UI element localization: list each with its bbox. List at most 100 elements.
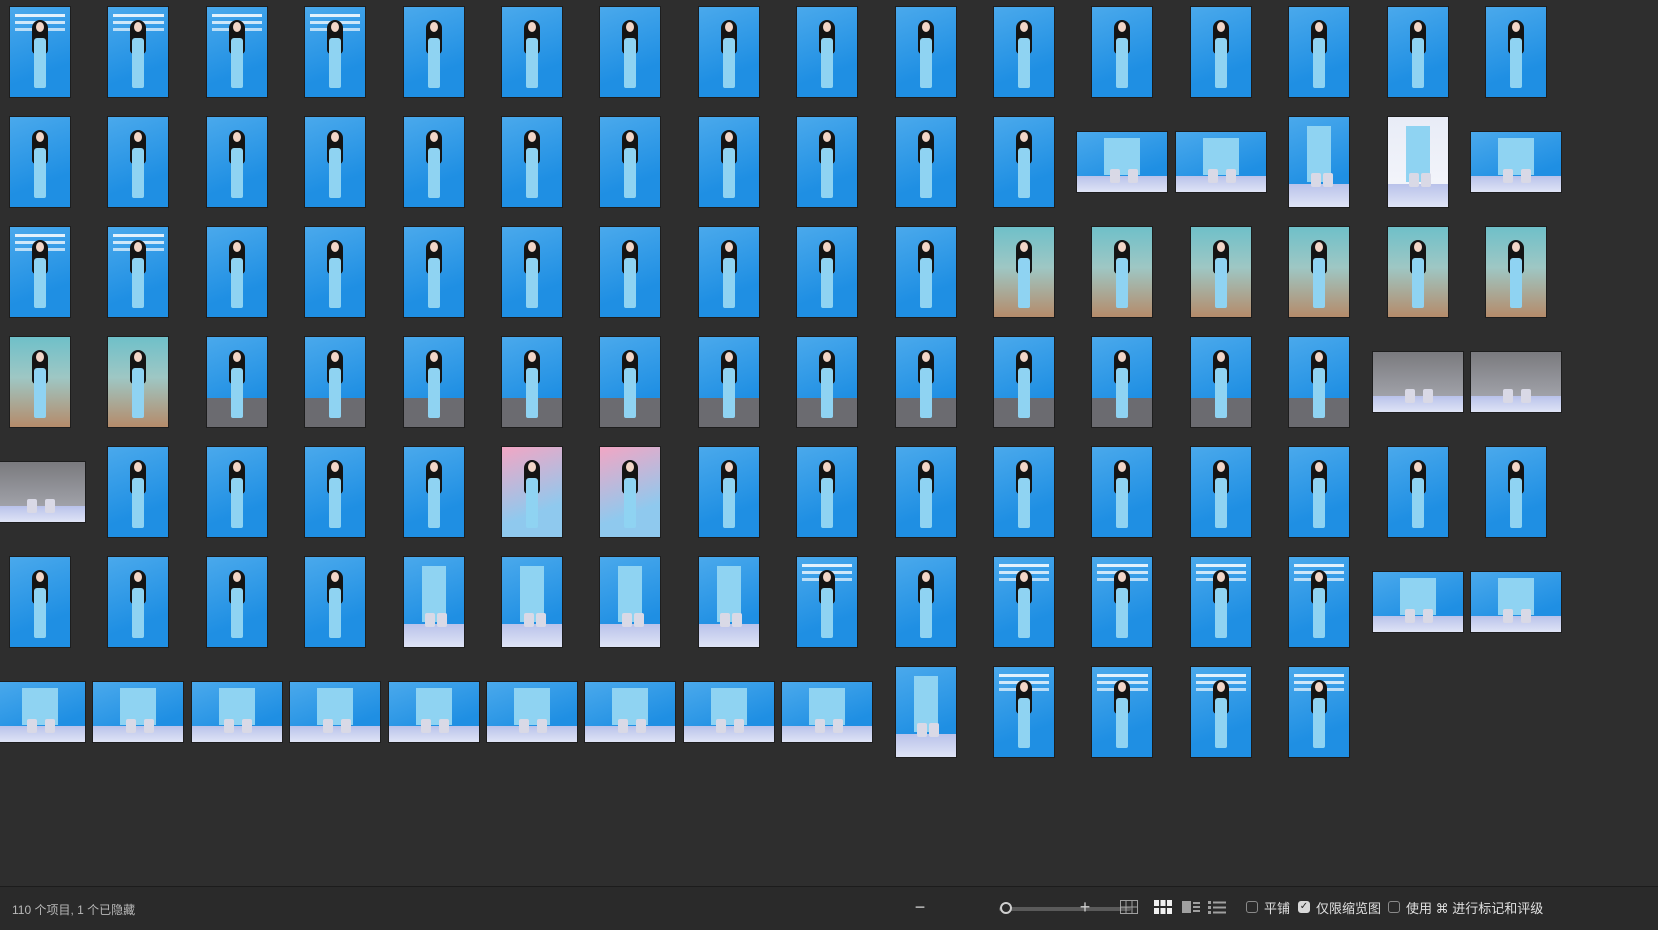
photo-thumbnail[interactable] — [797, 447, 858, 537]
thumbnail-view-button[interactable] — [1151, 896, 1175, 918]
photo-thumbnail[interactable] — [0, 462, 85, 522]
photo-thumbnail[interactable] — [782, 682, 873, 742]
photo-thumbnail[interactable] — [600, 117, 661, 207]
photo-thumbnail[interactable] — [1387, 117, 1448, 207]
photo-thumbnail[interactable] — [895, 557, 956, 647]
photo-thumbnail[interactable] — [10, 7, 70, 97]
photo-thumbnail[interactable] — [1289, 7, 1350, 97]
photo-thumbnail[interactable] — [305, 227, 366, 317]
photo-thumbnail[interactable] — [1387, 447, 1448, 537]
thumbnails-only-option[interactable]: ✓ 仅限缩览图 — [1298, 896, 1381, 918]
photo-thumbnail[interactable] — [1289, 337, 1350, 427]
photo-thumbnail[interactable] — [93, 682, 184, 742]
photo-thumbnail[interactable] — [1486, 7, 1546, 97]
photo-thumbnail[interactable] — [698, 557, 759, 647]
photo-thumbnail[interactable] — [305, 7, 366, 97]
photo-thumbnail[interactable] — [502, 117, 562, 207]
zoom-out-button[interactable]: − — [910, 896, 930, 918]
photo-thumbnail[interactable] — [1190, 227, 1251, 317]
photo-thumbnail[interactable] — [1289, 227, 1350, 317]
photo-thumbnail[interactable] — [403, 557, 464, 647]
photo-thumbnail[interactable] — [1092, 667, 1153, 757]
photo-thumbnail[interactable] — [994, 7, 1054, 97]
photo-thumbnail[interactable] — [206, 557, 267, 647]
photo-thumbnail[interactable] — [1190, 337, 1251, 427]
photo-thumbnail[interactable] — [895, 117, 956, 207]
photo-thumbnail[interactable] — [1471, 352, 1561, 412]
photo-thumbnail[interactable] — [994, 447, 1054, 537]
photo-thumbnail[interactable] — [502, 227, 562, 317]
photo-thumbnail[interactable] — [206, 117, 267, 207]
photo-thumbnail[interactable] — [305, 117, 366, 207]
photo-thumbnail[interactable] — [1092, 447, 1153, 537]
photo-thumbnail[interactable] — [1471, 572, 1561, 632]
photo-thumbnail[interactable] — [290, 682, 381, 742]
photo-thumbnail[interactable] — [10, 227, 70, 317]
photo-thumbnail[interactable] — [1372, 352, 1463, 412]
photo-thumbnail[interactable] — [10, 337, 70, 427]
photo-thumbnail[interactable] — [206, 227, 267, 317]
photo-thumbnail[interactable] — [797, 557, 858, 647]
photo-thumbnail[interactable] — [1486, 447, 1546, 537]
photo-thumbnail[interactable] — [108, 447, 169, 537]
photo-thumbnail[interactable] — [191, 682, 282, 742]
photo-thumbnail[interactable] — [1175, 132, 1266, 192]
photo-thumbnail[interactable] — [994, 227, 1054, 317]
photo-thumbnail[interactable] — [305, 557, 366, 647]
zoom-slider-handle[interactable] — [999, 902, 1012, 914]
photo-thumbnail[interactable] — [1387, 227, 1448, 317]
photo-thumbnail[interactable] — [797, 337, 858, 427]
photo-thumbnail[interactable] — [206, 7, 267, 97]
photo-thumbnail[interactable] — [994, 557, 1054, 647]
photo-thumbnail[interactable] — [1092, 557, 1153, 647]
photo-thumbnail[interactable] — [403, 117, 464, 207]
photo-thumbnail[interactable] — [994, 667, 1054, 757]
photo-thumbnail[interactable] — [698, 227, 759, 317]
photo-thumbnail[interactable] — [1289, 667, 1350, 757]
photo-thumbnail[interactable] — [502, 447, 562, 537]
photo-thumbnail[interactable] — [0, 682, 85, 742]
photo-thumbnail[interactable] — [1372, 572, 1463, 632]
photo-thumbnail[interactable] — [600, 557, 661, 647]
photo-thumbnail[interactable] — [1486, 227, 1546, 317]
photo-thumbnail[interactable] — [797, 7, 858, 97]
photo-thumbnail[interactable] — [108, 7, 169, 97]
photo-thumbnail[interactable] — [403, 337, 464, 427]
photo-thumbnail[interactable] — [895, 227, 956, 317]
photo-thumbnail[interactable] — [108, 337, 169, 427]
use-command-marking-checkbox[interactable] — [1388, 901, 1400, 913]
photo-thumbnail[interactable] — [1387, 7, 1448, 97]
use-command-marking-option[interactable]: 使用 ⌘ 进行标记和评级 — [1388, 896, 1543, 918]
photo-thumbnail[interactable] — [206, 447, 267, 537]
photo-thumbnail[interactable] — [388, 682, 479, 742]
photo-thumbnail[interactable] — [895, 667, 956, 757]
photo-thumbnail[interactable] — [1092, 337, 1153, 427]
photo-thumbnail[interactable] — [502, 337, 562, 427]
grid-view-button[interactable] — [1117, 896, 1141, 918]
photo-thumbnail[interactable] — [683, 682, 774, 742]
zoom-in-button[interactable]: + — [1075, 896, 1095, 918]
photo-thumbnail[interactable] — [10, 117, 70, 207]
photo-thumbnail[interactable] — [305, 447, 366, 537]
photo-thumbnail[interactable] — [502, 7, 562, 97]
photo-thumbnail[interactable] — [1190, 447, 1251, 537]
photo-thumbnail[interactable] — [403, 227, 464, 317]
photo-thumbnail[interactable] — [108, 227, 169, 317]
filmstrip-view-button[interactable] — [1179, 896, 1203, 918]
photo-thumbnail[interactable] — [403, 447, 464, 537]
photo-thumbnail[interactable] — [502, 557, 562, 647]
photo-thumbnail[interactable] — [1092, 7, 1153, 97]
photo-thumbnail[interactable] — [797, 117, 858, 207]
photo-thumbnail[interactable] — [206, 337, 267, 427]
photo-thumbnail[interactable] — [108, 117, 169, 207]
photo-thumbnail[interactable] — [1471, 132, 1561, 192]
photo-thumbnail[interactable] — [994, 117, 1054, 207]
photo-thumbnail[interactable] — [1190, 557, 1251, 647]
photo-thumbnail[interactable] — [1077, 132, 1168, 192]
photo-thumbnail[interactable] — [600, 227, 661, 317]
photo-thumbnail[interactable] — [698, 447, 759, 537]
photo-thumbnail[interactable] — [895, 7, 956, 97]
photo-thumbnail[interactable] — [1190, 7, 1251, 97]
photo-thumbnail[interactable] — [1092, 227, 1153, 317]
list-view-button[interactable] — [1205, 896, 1229, 918]
